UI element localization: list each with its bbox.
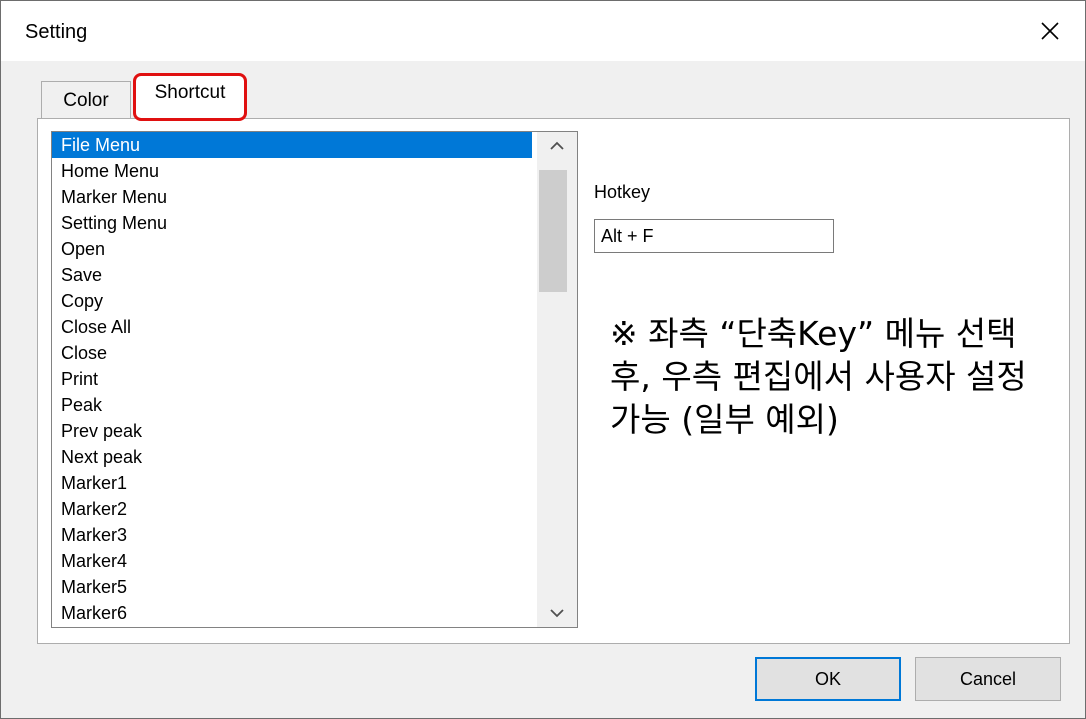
- list-item[interactable]: Marker6: [52, 600, 532, 626]
- list-item[interactable]: Marker4: [52, 548, 532, 574]
- shortcut-listbox[interactable]: File Menu Home Menu Marker Menu Setting …: [51, 131, 578, 628]
- scroll-down-button[interactable]: [537, 599, 577, 627]
- close-icon: [1041, 22, 1059, 40]
- list-item[interactable]: Marker2: [52, 496, 532, 522]
- list-item[interactable]: Close: [52, 340, 532, 366]
- ok-button[interactable]: OK: [755, 657, 901, 701]
- list-item[interactable]: Marker1: [52, 470, 532, 496]
- tab-color[interactable]: Color: [41, 81, 131, 120]
- cancel-button[interactable]: Cancel: [915, 657, 1061, 701]
- chevron-down-icon: [550, 609, 564, 618]
- list-item[interactable]: Close All: [52, 314, 532, 340]
- shortcut-list: File Menu Home Menu Marker Menu Setting …: [52, 132, 532, 626]
- chevron-up-icon: [550, 141, 564, 150]
- hotkey-label: Hotkey: [594, 182, 651, 202]
- hotkey-input[interactable]: [594, 219, 834, 253]
- list-item[interactable]: Peak: [52, 392, 532, 418]
- list-item[interactable]: Open: [52, 236, 532, 262]
- list-item[interactable]: Save: [52, 262, 532, 288]
- list-item[interactable]: Copy: [52, 288, 532, 314]
- list-item[interactable]: Marker5: [52, 574, 532, 600]
- list-item[interactable]: Print: [52, 366, 532, 392]
- setting-dialog: Setting Color Shortcut File Menu Home Me…: [0, 0, 1086, 719]
- list-item[interactable]: Prev peak: [52, 418, 532, 444]
- list-item[interactable]: Setting Menu: [52, 210, 532, 236]
- scroll-up-button[interactable]: [537, 132, 577, 160]
- list-item[interactable]: Marker Menu: [52, 184, 532, 210]
- list-item[interactable]: File Menu: [52, 132, 532, 158]
- close-button[interactable]: [1015, 1, 1085, 61]
- window-title: Setting: [25, 21, 88, 43]
- tab-shortcut[interactable]: Shortcut: [133, 73, 247, 121]
- vertical-scrollbar[interactable]: [537, 132, 577, 627]
- scroll-thumb[interactable]: [539, 170, 567, 292]
- shortcut-tab-panel: File Menu Home Menu Marker Menu Setting …: [37, 118, 1070, 644]
- list-item[interactable]: Home Menu: [52, 158, 532, 184]
- list-item[interactable]: Marker3: [52, 522, 532, 548]
- list-item[interactable]: Next peak: [52, 444, 532, 470]
- annotation-note: ※ 좌측 “단축Key” 메뉴 선택 후, 우측 편집에서 사용자 설정 가능 …: [610, 314, 1027, 439]
- title-bar: Setting: [1, 1, 1085, 61]
